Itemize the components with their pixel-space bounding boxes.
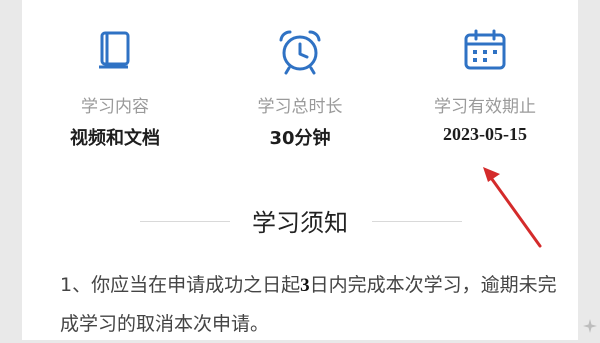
notice-days-highlight: 3 (300, 275, 310, 296)
calendar-icon (462, 28, 508, 76)
notice-text-part: 1、你应当在申请成功之日起 (60, 274, 301, 296)
stat-label: 学习总时长 (257, 97, 343, 117)
book-icon (95, 28, 135, 74)
stat-value: 2023-05-15 (443, 124, 527, 144)
info-card: 学习内容 视频和文档 学习总时长 30分钟 学习有效期止 2023-05-15 … (22, 0, 578, 340)
stat-label: 学习有效期止 (434, 97, 536, 117)
notice-title: 学习须知 (252, 209, 348, 237)
sparkle-icon (583, 319, 597, 333)
alarm-clock-icon (275, 28, 325, 80)
divider-right (372, 221, 462, 222)
stat-label: 学习内容 (81, 97, 149, 117)
stat-value: 视频和文档 (70, 128, 160, 149)
notice-text: 1、你应当在申请成功之日起3日内完成本次学习，逾期未完成学习的取消本次申请。 (60, 266, 565, 343)
stat-value: 30分钟 (269, 128, 331, 149)
